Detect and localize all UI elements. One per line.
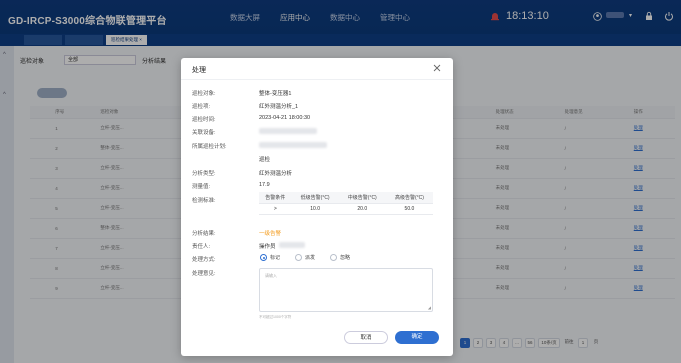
- threshold-row: > 10.0 20.0 50.0: [259, 203, 433, 215]
- method-mark-radio[interactable]: [260, 254, 267, 261]
- dialog-title: 处理: [192, 67, 206, 74]
- target-label: 巡检对象:: [192, 91, 216, 97]
- target-value: 整体-变压器1: [259, 91, 292, 97]
- threshold-low: 10.0: [291, 203, 339, 215]
- plan-value-blurred: [259, 142, 327, 148]
- device-label: 关联设备:: [192, 130, 216, 136]
- threshold-header: 低级告警(°C): [291, 192, 339, 204]
- resize-grip-icon[interactable]: ◢: [428, 305, 431, 310]
- result-value: 一级告警: [259, 231, 282, 237]
- owner-extra-blurred: [279, 242, 305, 248]
- check-label: 检测标准:: [192, 198, 216, 204]
- close-icon[interactable]: [432, 63, 442, 73]
- method-label: 处理方式:: [192, 257, 216, 263]
- method-ignore-radio[interactable]: [330, 254, 337, 261]
- char-limit-hint: 不可超过1000个字符: [259, 315, 292, 319]
- item-label: 巡检项:: [192, 104, 211, 110]
- item-value: 红外测温分析_1: [259, 104, 299, 110]
- threshold-mid: 20.0: [338, 203, 386, 215]
- owner-label: 责任人:: [192, 244, 211, 250]
- threshold-condition: >: [259, 203, 292, 215]
- method-dispatch-radio[interactable]: [295, 254, 302, 261]
- confirm-button[interactable]: 确定: [395, 331, 439, 344]
- threshold-header: 高级告警(°C): [385, 192, 433, 204]
- owner-value: 操作员: [259, 244, 276, 250]
- threshold-header-row: 告警条件 低级告警(°C) 中级告警(°C) 高级告警(°C): [259, 192, 433, 204]
- method-ignore-label[interactable]: 忽略: [340, 254, 350, 261]
- handle-dialog: 处理 巡检对象: 整体-变压器1 巡检项: 红外测温分析_1 巡检时间: 202…: [181, 58, 453, 356]
- plan-label: 所属巡检计划:: [192, 144, 227, 150]
- threshold-high: 50.0: [385, 203, 433, 215]
- time-label: 巡检时间:: [192, 117, 216, 123]
- method-mark-label[interactable]: 标记: [270, 254, 280, 261]
- device-value-blurred: [259, 128, 317, 134]
- opinion-textarea[interactable]: 请输入 ◢: [259, 268, 433, 312]
- time-value: 2023-04-21 18:00:30: [259, 115, 311, 121]
- method-dispatch-label[interactable]: 派发: [305, 254, 315, 261]
- threshold-header: 中级告警(°C): [338, 192, 386, 204]
- cancel-button[interactable]: 取消: [344, 331, 388, 344]
- opinion-placeholder: 请输入: [265, 273, 277, 278]
- opinion-label: 处理意见:: [192, 271, 216, 277]
- threshold-header: 告警条件: [259, 192, 292, 204]
- measure-label: 测量值:: [192, 184, 211, 190]
- threshold-table: 告警条件 低级告警(°C) 中级告警(°C) 高级告警(°C) > 10.0 2…: [259, 192, 433, 215]
- type-label: 分析类型:: [192, 171, 216, 177]
- dialog-header: 处理: [181, 58, 453, 80]
- type-value: 红外测温分析: [259, 171, 293, 177]
- measure-value: 17.9: [259, 182, 270, 188]
- result-label: 分析结果:: [192, 231, 216, 237]
- plan-extra: 巡检: [259, 157, 271, 163]
